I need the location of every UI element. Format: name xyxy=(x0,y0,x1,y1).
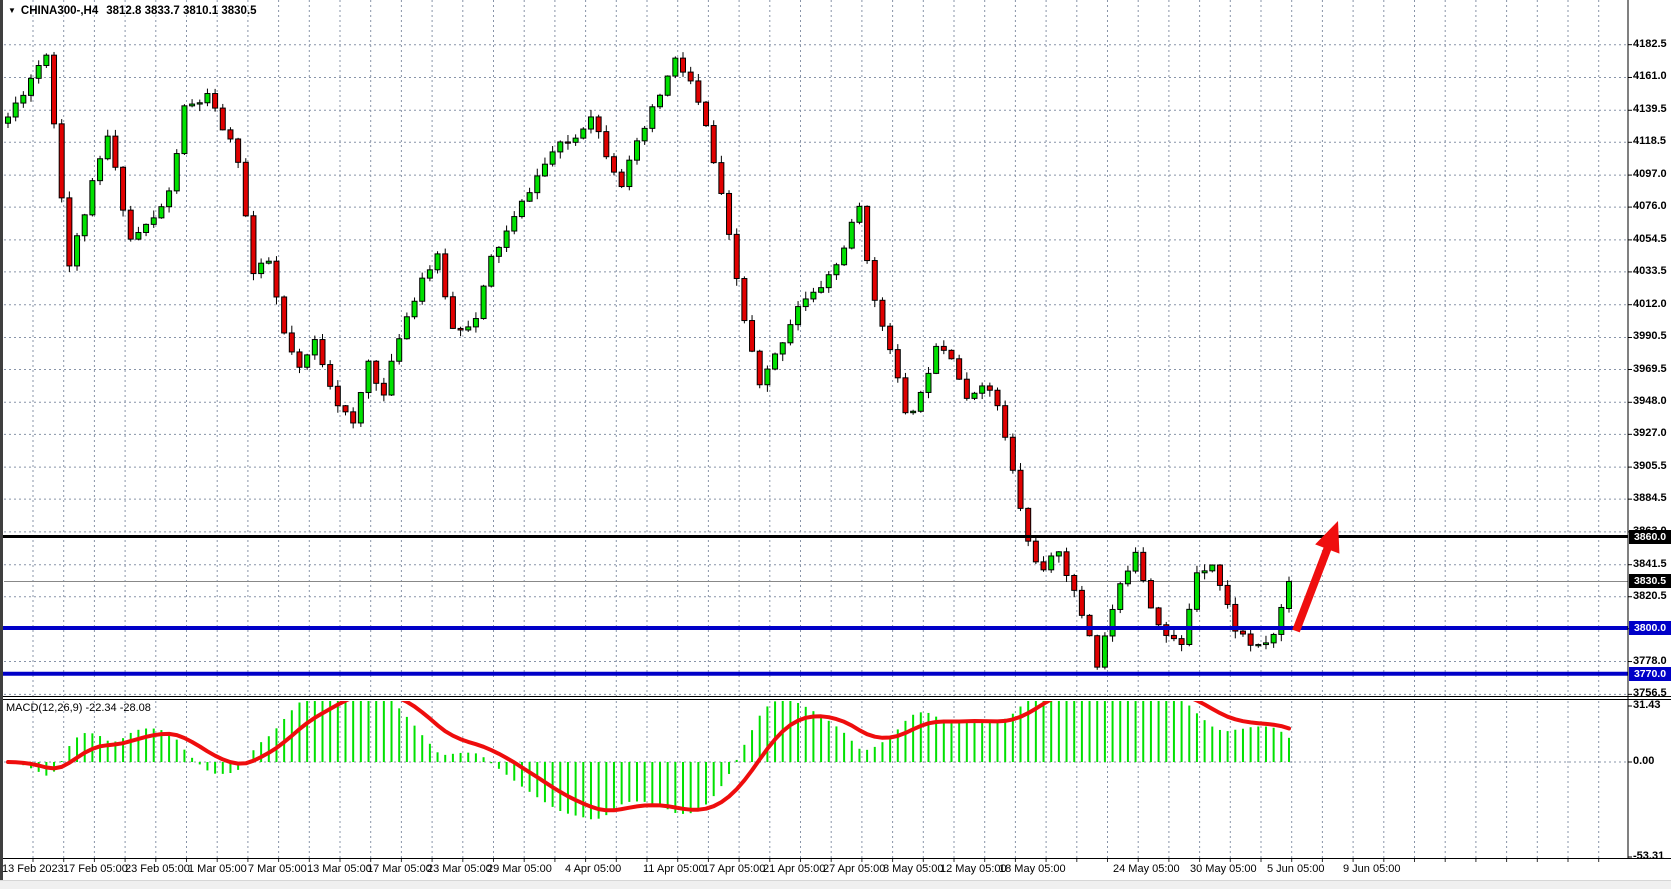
date-axis-label[interactable]: 17 Feb 05:00 xyxy=(63,863,128,875)
date-axis-label[interactable]: 1 Mar 05:00 xyxy=(188,863,247,875)
grid-layer xyxy=(4,0,1628,862)
date-axis-label[interactable]: 5 Jun 05:00 xyxy=(1267,863,1325,875)
price-axis-label: 3948.0 xyxy=(1633,395,1667,407)
date-axis-label[interactable]: 27 Apr 05:00 xyxy=(823,863,885,875)
macd-layer xyxy=(7,666,1290,819)
date-axis-label[interactable]: 21 Apr 05:00 xyxy=(763,863,825,875)
price-badge-3770.0: 3770.0 xyxy=(1629,667,1671,681)
macd-axis-label: -53.31 xyxy=(1633,850,1664,862)
price-axis-label: 3969.5 xyxy=(1633,363,1667,375)
macd-indicator-label: MACD(12,26,9) -22.34 -28.08 xyxy=(6,702,151,714)
date-axis-label[interactable]: 7 Mar 05:00 xyxy=(248,863,307,875)
price-axis-label: 3841.5 xyxy=(1633,558,1667,570)
symbol-dropdown-icon[interactable]: ▼ xyxy=(8,6,16,15)
price-axis-label: 3820.5 xyxy=(1633,590,1667,602)
window-bottom-strip xyxy=(0,880,1671,889)
chart-canvas[interactable] xyxy=(0,0,1671,889)
date-axis-label[interactable]: 8 May 05:00 xyxy=(883,863,944,875)
date-axis-label[interactable]: 30 May 05:00 xyxy=(1190,863,1257,875)
ohlc-readout: 3812.8 3833.7 3810.1 3830.5 xyxy=(106,5,256,17)
price-axis-label: 4118.5 xyxy=(1633,135,1666,147)
window-left-edge xyxy=(0,0,3,880)
date-axis-label[interactable]: 24 May 05:00 xyxy=(1113,863,1180,875)
macd-axis-label: 0.00 xyxy=(1633,755,1654,767)
price-axis-label: 4161.0 xyxy=(1633,70,1667,82)
date-axis-label[interactable]: 17 Mar 05:00 xyxy=(367,863,432,875)
chart-window: ▼ CHINA300-,H4 3812.8 3833.7 3810.1 3830.5… xyxy=(0,0,1671,889)
date-axis-label[interactable]: 4 Apr 05:00 xyxy=(565,863,621,875)
date-axis-label[interactable]: 11 Apr 05:00 xyxy=(643,863,705,875)
price-axis-label: 3884.5 xyxy=(1633,492,1667,504)
date-axis-label[interactable]: 13 Feb 2023 xyxy=(2,863,64,875)
price-axis-label: 4076.0 xyxy=(1633,200,1667,212)
price-axis-label: 3990.5 xyxy=(1633,330,1667,342)
price-axis-label: 3778.0 xyxy=(1633,655,1667,667)
price-axis-label: 3927.0 xyxy=(1633,427,1667,439)
chart-title: ▼ CHINA300-,H4 3812.8 3833.7 3810.1 3830.5 xyxy=(8,5,257,17)
price-axis-label: 4012.0 xyxy=(1633,298,1667,310)
date-axis-label[interactable]: 13 Mar 05:00 xyxy=(307,863,372,875)
price-axis-label: 4033.5 xyxy=(1633,265,1667,277)
macd-axis-label: 31.43 xyxy=(1633,699,1661,711)
candles-layer xyxy=(6,52,1292,670)
date-axis-label[interactable]: 9 Jun 05:00 xyxy=(1343,863,1401,875)
symbol-timeframe-label: CHINA300-,H4 xyxy=(21,5,98,17)
price-axis-label: 4054.5 xyxy=(1633,233,1667,245)
date-axis-label[interactable]: 23 Mar 05:00 xyxy=(427,863,492,875)
price-axis-label: 4182.5 xyxy=(1633,38,1667,50)
price-axis-label: 4097.0 xyxy=(1633,168,1667,180)
price-axis-label: 4139.5 xyxy=(1633,103,1667,115)
price-badge-3800.0: 3800.0 xyxy=(1629,621,1671,635)
date-axis-label[interactable]: 23 Feb 05:00 xyxy=(125,863,190,875)
price-axis-label: 3905.5 xyxy=(1633,460,1667,472)
date-axis-label[interactable]: 17 Apr 05:00 xyxy=(703,863,765,875)
current-price-badge: 3830.5 xyxy=(1629,574,1671,588)
price-axis-label: 3756.5 xyxy=(1633,687,1667,699)
date-axis-label[interactable]: 12 May 05:00 xyxy=(940,863,1007,875)
price-badge-3860.0: 3860.0 xyxy=(1629,530,1671,544)
date-axis-label[interactable]: 29 Mar 05:00 xyxy=(487,863,552,875)
date-axis-label[interactable]: 18 May 05:00 xyxy=(999,863,1066,875)
